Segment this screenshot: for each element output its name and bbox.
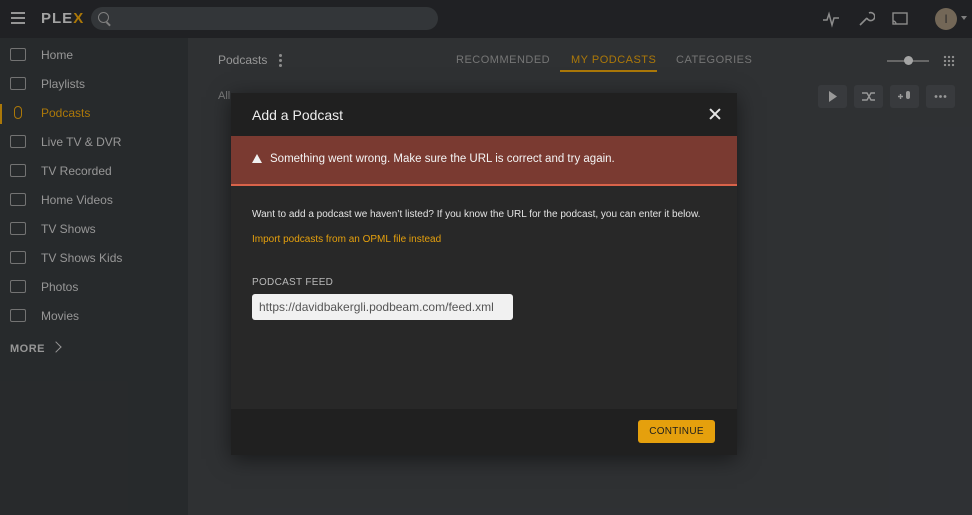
dialog-title: Add a Podcast [252,107,344,123]
continue-button[interactable]: CONTINUE [638,420,715,443]
podcast-feed-input[interactable] [252,294,513,320]
add-podcast-dialog: Add a Podcast Something went wrong. Make… [231,93,737,455]
podcast-feed-label: PODCAST FEED [252,277,334,288]
error-message: Something went wrong. Make sure the URL … [270,153,615,165]
dialog-header: Add a Podcast [231,93,737,136]
import-opml-link[interactable]: Import podcasts from an OPML file instea… [252,234,441,245]
dialog-footer: CONTINUE [231,409,737,455]
dialog-description: Want to add a podcast we haven’t listed?… [252,209,701,220]
error-banner: Something went wrong. Make sure the URL … [231,136,737,186]
close-icon[interactable] [708,107,722,121]
warning-icon [252,154,262,163]
